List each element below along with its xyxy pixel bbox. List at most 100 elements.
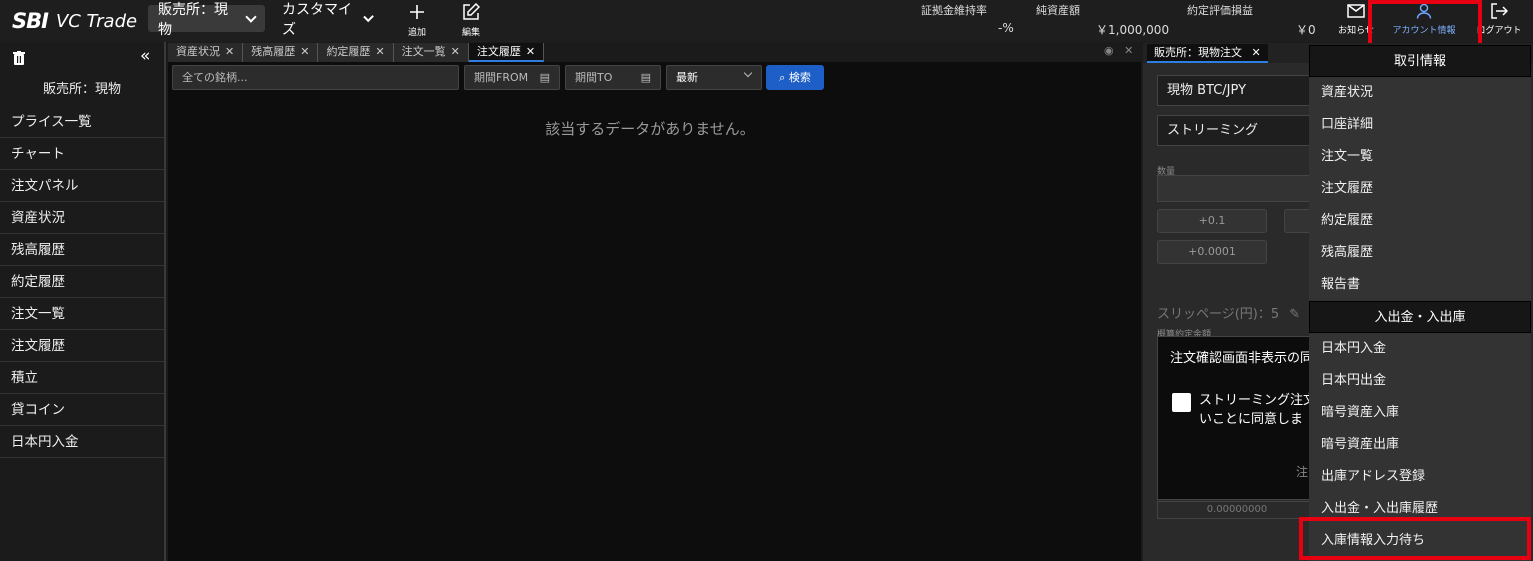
close-panel-icon[interactable]: ✕	[1124, 44, 1133, 57]
confirm-text: 注文確認画面非表示の同	[1170, 351, 1314, 366]
logo-vc-trade-text: VC Trade	[55, 10, 138, 32]
tab-order-history[interactable]: 注文履歴 ✕	[468, 43, 545, 62]
deposit-withdrawal-header: 入出金・入出庫	[1309, 301, 1531, 333]
search-icon: ⌕	[779, 71, 786, 84]
chevron-down-icon	[362, 11, 374, 22]
sidebar-item-execution-history[interactable]: 約定履歴	[0, 266, 164, 298]
tab-label: 注文一覧	[401, 45, 446, 58]
menu-item-balance-history[interactable]: 残高履歴	[1309, 237, 1531, 269]
logo-sbi-text: SBI	[12, 9, 49, 33]
note-text: 注	[1296, 465, 1309, 479]
sidebar-item-assets[interactable]: 資産状況	[0, 202, 164, 234]
amount-display: 0.00000000	[1157, 501, 1317, 519]
sidebar-item-order-history[interactable]: 注文履歴	[0, 330, 164, 362]
plus-icon	[397, 3, 437, 25]
top-bar: SBI VC Trade 販売所：現物 カスタマイズ 追加 編集 証拠金維持率 …	[0, 0, 1533, 42]
search-button[interactable]: ⌕ 検索	[766, 65, 824, 90]
sidebar-item-jpy-deposit[interactable]: 日本円入金	[0, 426, 164, 458]
chevron-down-icon	[743, 68, 753, 78]
menu-item-crypto-deposit[interactable]: 暗号資産入庫	[1309, 397, 1531, 429]
panel-controls: ◉ ✕	[1104, 44, 1133, 57]
menu-item-account-details[interactable]: 口座詳細	[1309, 109, 1531, 141]
sort-value: 最新	[676, 71, 698, 84]
tab-spot-order[interactable]: 販売所：現物注文 ✕	[1147, 44, 1268, 63]
menu-item-reports[interactable]: 報告書	[1309, 269, 1531, 301]
sbi-vc-trade-logo[interactable]: SBI VC Trade	[12, 6, 137, 36]
chevron-down-icon	[245, 10, 257, 23]
collapse-sidebar-icon[interactable]: «	[140, 46, 150, 66]
add-button[interactable]: 追加	[397, 3, 437, 38]
tab-assets[interactable]: 資産状況 ✕	[168, 43, 244, 62]
period-from-input[interactable]: 期間FROM ▤	[464, 65, 560, 90]
menu-item-withdrawal-address[interactable]: 出庫アドレス登録	[1309, 461, 1531, 493]
unrealized-pl-label: 約定評価損益	[1187, 4, 1253, 17]
empty-message: 該当するデータがありません。	[545, 120, 755, 138]
tab-balance-history[interactable]: 残高履歴 ✕	[243, 43, 319, 62]
period-from-label: 期間FROM	[474, 71, 529, 84]
panel-tabs: 資産状況 ✕ 残高履歴 ✕ 約定履歴 ✕ 注文一覧 ✕ 注文履歴 ✕	[168, 43, 545, 62]
sidebar-item-balance-history[interactable]: 残高履歴	[0, 234, 164, 266]
eye-icon[interactable]: ◉	[1104, 44, 1114, 57]
close-icon[interactable]: ✕	[526, 45, 535, 58]
close-icon[interactable]: ✕	[375, 45, 384, 58]
trading-mode-dropdown[interactable]: 販売所：現物	[148, 2, 265, 38]
sidebar-item-order-panel[interactable]: 注文パネル	[0, 170, 164, 202]
period-to-input[interactable]: 期間TO ▤	[565, 65, 661, 90]
slippage-label: スリッページ(円)：5 ✎	[1157, 303, 1300, 322]
tab-label: 約定履歴	[326, 45, 371, 58]
agree-line-2: いことに同意しま	[1199, 412, 1304, 427]
qty-step-0-1-button[interactable]: +0.1	[1157, 209, 1267, 233]
calendar-icon: ▤	[640, 71, 651, 84]
confirmation-box: 注文確認画面非表示の同 ストリーミング注文 いことに同意しま 注	[1157, 336, 1317, 500]
margin-rate-value: -%	[998, 21, 1014, 35]
close-icon[interactable]: ✕	[451, 45, 460, 58]
customize-dropdown[interactable]: カスタマイズ	[272, 2, 382, 38]
trading-mode-label: 販売所：現物	[158, 1, 228, 38]
menu-item-jpy-deposit[interactable]: 日本円入金	[1309, 333, 1531, 365]
search-label: 検索	[788, 71, 811, 84]
net-assets-label: 純資産額	[1036, 4, 1080, 17]
close-icon[interactable]: ✕	[1252, 46, 1261, 59]
order-history-panel: 全ての銘柄... 期間FROM ▤ 期間TO ▤ 最新 ⌕ 検索 該当するデータ…	[168, 62, 1141, 561]
sidebar-item-order-list[interactable]: 注文一覧	[0, 298, 164, 330]
menu-item-crypto-withdrawal[interactable]: 暗号資産出庫	[1309, 429, 1531, 461]
agree-line-1: ストリーミング注文	[1199, 393, 1317, 408]
slippage-text: スリッページ(円)：5	[1157, 307, 1280, 322]
trading-info-header: 取引情報	[1309, 45, 1531, 77]
sidebar-item-price-list[interactable]: プライス一覧	[0, 106, 164, 138]
unrealized-pl-value: ￥0	[1296, 23, 1316, 37]
menu-item-execution-history[interactable]: 約定履歴	[1309, 205, 1531, 237]
sidebar-item-chart[interactable]: チャート	[0, 138, 164, 170]
sort-select[interactable]: 最新	[666, 65, 762, 90]
add-label: 追加	[407, 28, 426, 38]
pair-select[interactable]: 現物 BTC/JPY	[1157, 75, 1327, 106]
calendar-icon: ▤	[539, 71, 550, 84]
menu-item-jpy-withdrawal[interactable]: 日本円出金	[1309, 365, 1531, 397]
tab-label: 販売所：現物注文	[1154, 46, 1242, 59]
net-assets-value: ￥1,000,000	[1096, 23, 1170, 37]
sidebar-item-accumulation[interactable]: 積立	[0, 362, 164, 394]
edit-label: 編集	[461, 28, 480, 38]
trash-icon[interactable]	[13, 50, 25, 65]
menu-item-assets[interactable]: 資産状況	[1309, 77, 1531, 109]
close-icon[interactable]: ✕	[300, 45, 309, 58]
tab-execution-history[interactable]: 約定履歴 ✕	[318, 43, 394, 62]
close-icon[interactable]: ✕	[225, 45, 234, 58]
period-to-label: 期間TO	[575, 71, 613, 84]
sidebar: « 販売所：現物 プライス一覧 チャート 注文パネル 資産状況 残高履歴 約定履…	[0, 42, 166, 561]
edit-button[interactable]: 編集	[451, 2, 491, 38]
qty-step-0-0001-button[interactable]: +0.0001	[1157, 240, 1267, 264]
agree-checkbox[interactable]	[1172, 393, 1191, 412]
order-type-select[interactable]: ストリーミング	[1157, 115, 1327, 146]
pending-deposit-highlight	[1299, 517, 1531, 560]
menu-item-order-history[interactable]: 注文履歴	[1309, 173, 1531, 205]
tab-order-list[interactable]: 注文一覧 ✕	[393, 43, 469, 62]
sidebar-item-lending[interactable]: 貸コイン	[0, 394, 164, 426]
tab-label: 資産状況	[176, 45, 220, 58]
symbol-filter-input[interactable]: 全ての銘柄...	[172, 65, 459, 90]
menu-item-order-list[interactable]: 注文一覧	[1309, 141, 1531, 173]
edit-icon[interactable]: ✎	[1289, 307, 1300, 322]
quantity-input[interactable]	[1157, 175, 1317, 202]
account-info-highlight	[1368, 0, 1482, 48]
account-info-menu: 取引情報 資産状況 口座詳細 注文一覧 注文履歴 約定履歴 残高履歴 報告書 入…	[1309, 45, 1531, 561]
